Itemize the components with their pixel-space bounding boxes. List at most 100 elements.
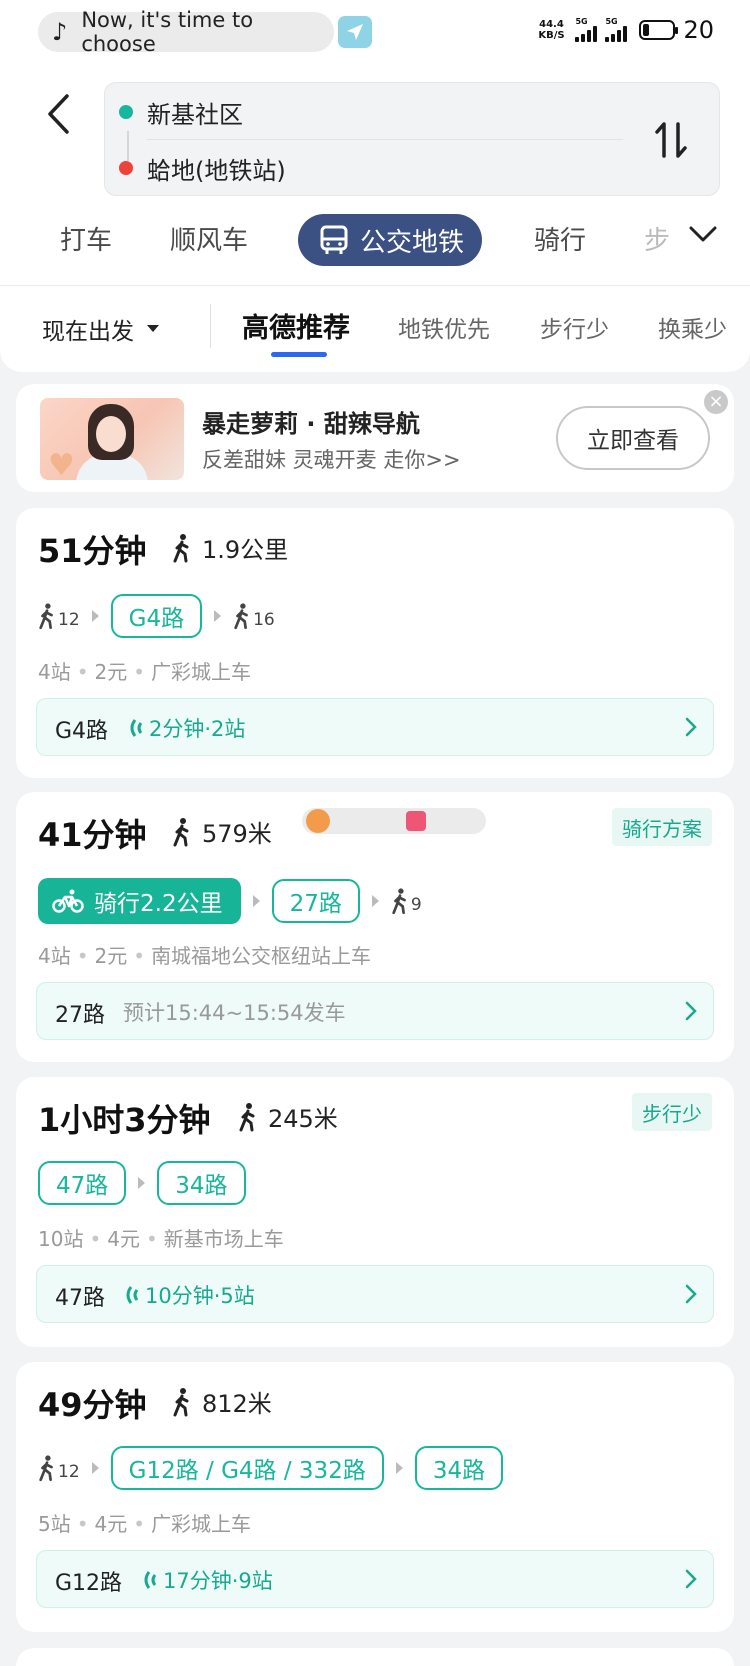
close-icon[interactable]: × [704, 390, 728, 414]
walk-distance: 245米 [238, 1099, 338, 1134]
status-indicators: 44.4 KB/S 5G 5G 20 [535, 16, 714, 44]
bus-line-badge: 34路 [157, 1161, 246, 1205]
route-card[interactable]: 49分钟 812米 12 G12路 / G4路 / 332路 34路 5站 • 4元… [16, 1362, 734, 1632]
tab-walking[interactable]: 步 [644, 220, 670, 257]
transport-mode-tabs: 打车 顺风车 公交地铁 骑行 步 [0, 214, 750, 270]
segment-arrow-icon [138, 1177, 146, 1189]
music-note-icon: ♪ [52, 18, 68, 46]
more-modes-button[interactable] [688, 224, 718, 248]
chevron-left-icon [48, 94, 69, 134]
walk-segment: 9 [391, 887, 422, 915]
route-info: 4站 • 2元 • 南城福地公交枢纽站上车 [38, 944, 372, 968]
route-card[interactable]: 1小时3分钟 245米 步行少 47路 34路 10站 • 4元 • 新基市场上车 47… [16, 1077, 734, 1347]
promo-banner[interactable]: ♥ 暴走萝莉 · 甜辣导航 反差甜妹 灵魂开麦 走你>> 立即查看 × [16, 384, 734, 492]
pref-fewer-transfers[interactable]: 换乘少 [658, 310, 727, 344]
walking-icon [39, 603, 53, 630]
realtime-line: 47路 [55, 1286, 105, 1311]
promo-image: ♥ [40, 398, 184, 480]
departure-time-selector[interactable]: 现在出发 [42, 312, 160, 346]
bus-icon [320, 225, 348, 254]
route-duration: 51分钟 [38, 532, 147, 570]
walk-distance: 812米 [172, 1384, 272, 1419]
walking-icon [173, 533, 189, 562]
tab-taxi[interactable]: 打车 [60, 220, 112, 257]
swap-route-button[interactable] [647, 115, 695, 165]
pref-recommended[interactable]: 高德推荐 [242, 306, 350, 345]
less-walking-tag: 步行少 [632, 1093, 712, 1131]
pref-subway-first[interactable]: 地铁优先 [398, 310, 490, 344]
status-bar: ♪ Now, it's time to choose 44.4 KB/S 5G … [0, 0, 750, 64]
route-card[interactable]: 51分钟 1.9公里 12 G4路 16 4站 • 2元 • 广彩城上车 G4路 2分钟… [16, 508, 734, 778]
chevron-right-icon [685, 1569, 697, 1589]
segment-arrow-icon [252, 895, 260, 907]
bus-line-badge: G4路 [110, 594, 203, 638]
cycling-plan-tag: 骑行方案 [612, 808, 712, 846]
pref-less-walking[interactable]: 步行少 [540, 310, 609, 344]
promo-view-button[interactable]: 立即查看 [556, 406, 710, 470]
walk-segment: 12 [38, 1454, 80, 1482]
battery-level: 20 [683, 16, 714, 44]
realtime-info-bar[interactable]: 47路 10分钟·5站 [36, 1265, 714, 1323]
route-duration: 49分钟 [38, 1386, 147, 1424]
signal-icon-2: 5G [605, 18, 628, 42]
route-segments: 12 G12路 / G4路 / 332路 34路 [38, 1446, 504, 1490]
route-header: 新基社区 蛤地(地铁站) 打车 顺风车 公交地铁 骑行 步 现在出发 高德推荐 … [0, 64, 750, 372]
route-preference-bar: 现在出发 高德推荐 地铁优先 步行少 换乘少 [0, 286, 750, 372]
now-playing-pill[interactable]: ♪ Now, it's time to choose [38, 8, 334, 56]
chevron-down-icon [689, 226, 717, 242]
realtime-status: 2分钟·2站 [127, 713, 245, 743]
network-speed: 44.4 KB/S [538, 19, 565, 41]
pref-active-indicator [271, 352, 327, 357]
walking-icon [39, 1455, 53, 1482]
route-info: 4站 • 2元 • 广彩城上车 [38, 660, 252, 684]
route-duration: 1小时3分钟 [38, 1101, 211, 1139]
route-card[interactable]: 41分钟 579米 骑行方案 骑行2.2公里 27路 9 4站 • 2元 • 南城福地公… [16, 792, 734, 1062]
realtime-status: 17分钟·9站 [141, 1565, 273, 1595]
realtime-info-bar[interactable]: G12路 17分钟·9站 [36, 1550, 714, 1608]
promo-subtitle: 反差甜妹 灵魂开麦 走你>> [202, 448, 461, 472]
route-divider [147, 139, 623, 140]
destination-field[interactable]: 蛤地(地铁站) [147, 151, 286, 186]
promo-title: 暴走萝莉 · 甜辣导航 [202, 410, 420, 438]
departure-estimate: 预计15:44~15:54发车 [123, 1001, 346, 1025]
bus-line-badge: 27路 [271, 879, 360, 923]
route-segments: 12 G4路 16 [38, 594, 275, 638]
caret-down-icon [147, 325, 159, 332]
chevron-right-icon [685, 1284, 697, 1304]
walk-segment: 12 [38, 602, 80, 630]
back-button[interactable] [40, 88, 76, 140]
tab-cycling[interactable]: 骑行 [534, 220, 586, 257]
route-info: 10站 • 4元 • 新基市场上车 [38, 1227, 284, 1251]
walking-icon [239, 1102, 255, 1131]
signal-icon: 5G [575, 18, 598, 42]
walk-distance: 579米 [172, 814, 272, 849]
route-card-partial[interactable] [16, 1648, 734, 1666]
cycling-segment: 骑行2.2公里 [38, 878, 241, 924]
route-segments: 47路 34路 [38, 1161, 246, 1205]
realtime-line: G12路 [55, 1571, 123, 1596]
bus-line-badge: G12路 / G4路 / 332路 [110, 1446, 384, 1490]
chevron-right-icon [685, 717, 697, 737]
realtime-info-bar[interactable]: 27路 预计15:44~15:54发车 [36, 982, 714, 1040]
walking-icon [392, 888, 406, 915]
origin-field[interactable]: 新基社区 [147, 95, 243, 130]
segment-arrow-icon [91, 1462, 99, 1474]
realtime-line: 27路 [55, 1003, 105, 1028]
realtime-signal-icon [126, 1286, 139, 1304]
segment-arrow-icon [91, 610, 99, 622]
walking-icon [173, 817, 189, 846]
bus-line-badge: 34路 [414, 1446, 504, 1490]
walk-distance: 1.9公里 [172, 530, 288, 565]
now-playing-text: Now, it's time to choose [81, 8, 254, 56]
tab-carpool[interactable]: 顺风车 [170, 220, 248, 257]
route-connector [127, 131, 129, 161]
walk-segment: 16 [233, 602, 275, 630]
start-dot [119, 105, 133, 119]
tab-transit[interactable]: 公交地铁 [298, 214, 483, 266]
realtime-info-bar[interactable]: G4路 2分钟·2站 [36, 698, 714, 756]
route-segments: 骑行2.2公里 27路 9 [38, 878, 422, 924]
segment-arrow-icon [214, 610, 222, 622]
chevron-right-icon [685, 1001, 697, 1021]
navigation-arrow-icon[interactable] [338, 16, 372, 48]
realtime-line: G4路 [55, 719, 109, 744]
